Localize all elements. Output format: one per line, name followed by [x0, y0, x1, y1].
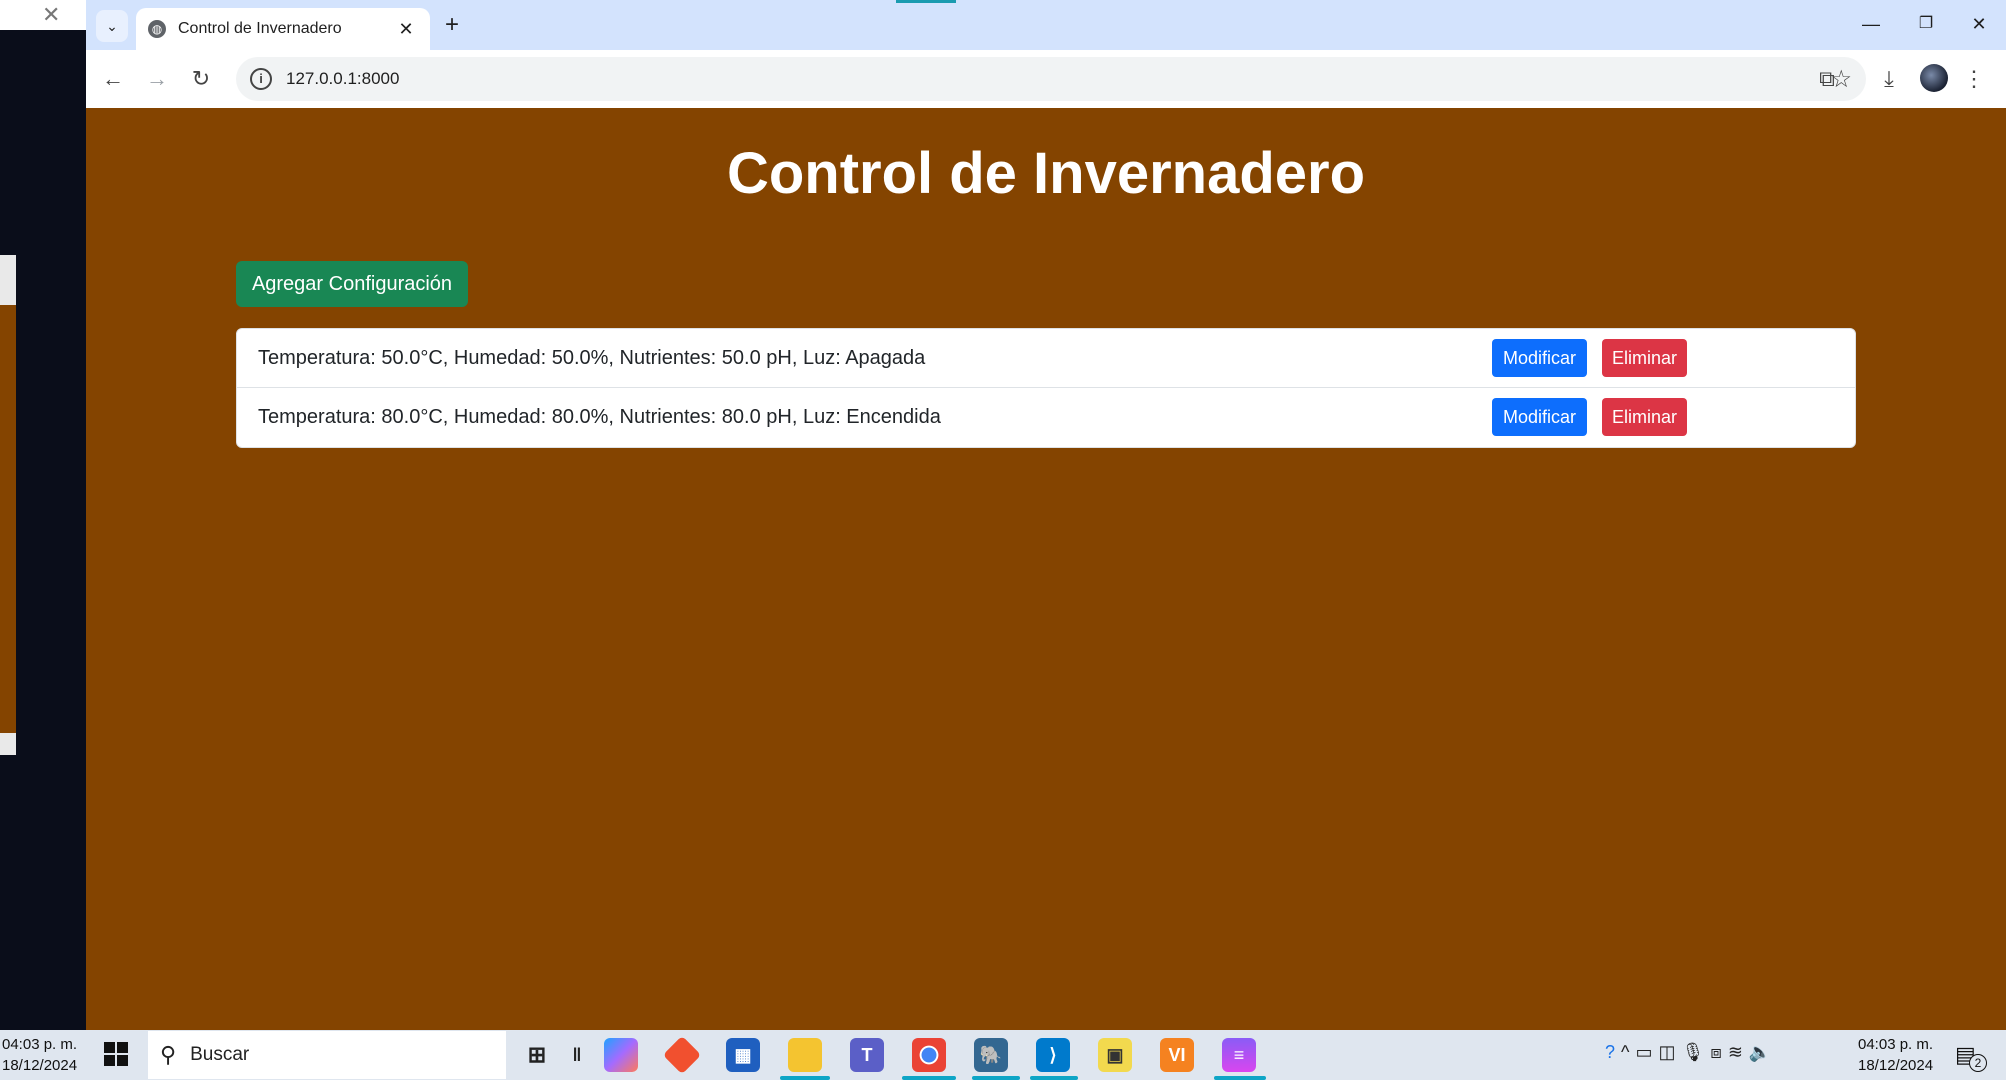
forward-button[interactable]: →	[142, 64, 172, 94]
clapper-icon[interactable]: ≡	[1222, 1038, 1256, 1072]
help-icon[interactable]: ?	[1605, 1042, 1621, 1062]
extensions-icon[interactable]: ⧉	[1812, 64, 1842, 94]
right-clock[interactable]: 04:03 p. m. 18/12/2024	[1858, 1034, 1933, 1076]
git-icon[interactable]	[662, 1035, 702, 1075]
back-button[interactable]: ←	[98, 64, 128, 94]
config-text: Temperatura: 80.0°C, Humedad: 80.0%, Nut…	[258, 406, 941, 428]
system-tray[interactable]: ?^▭◫🎙⧈≋🔈	[1605, 1042, 1777, 1063]
page-content: Control de Invernadero Agregar Configura…	[86, 108, 2006, 1030]
teams-icon[interactable]: T	[850, 1038, 884, 1072]
chrome-icon[interactable]	[912, 1038, 946, 1072]
browser-window: ⌄ ◍ Control de Invernadero ✕ + — ❐ ✕ ← →…	[86, 0, 2006, 1030]
restore-button[interactable]: ❐	[1906, 10, 1946, 38]
camera-icon[interactable]: ◫	[1658, 1042, 1681, 1062]
taskbar-search[interactable]: ⚲ Buscar	[148, 1031, 506, 1079]
modify-button[interactable]: Modificar	[1492, 398, 1587, 436]
window-close-button[interactable]: ✕	[1959, 10, 1999, 38]
modify-button[interactable]: Modificar	[1492, 339, 1587, 377]
left-date: 18/12/2024	[2, 1057, 78, 1074]
url-text[interactable]: 127.0.0.1:8000	[286, 69, 399, 89]
add-config-button[interactable]: Agregar Configuración	[236, 261, 468, 307]
microsoft-store-icon[interactable]: ▦	[726, 1038, 760, 1072]
background-window-handle[interactable]	[0, 255, 16, 305]
globe-icon: ◍	[148, 20, 166, 38]
config-text: Temperatura: 50.0°C, Humedad: 50.0%, Nut…	[258, 347, 926, 369]
left-clock: 04:03 p. m. 18/12/2024	[2, 1034, 77, 1076]
windows-start-icon[interactable]	[104, 1042, 128, 1066]
close-icon[interactable]: ✕	[42, 2, 60, 28]
right-date: 18/12/2024	[1858, 1057, 1934, 1074]
list-item: Temperatura: 50.0°C, Humedad: 50.0%, Nut…	[237, 329, 1855, 388]
background-window-titlebar: ✕	[0, 0, 86, 30]
microphone-icon[interactable]: 🎙	[1682, 1042, 1711, 1062]
left-time: 04:03 p. m.	[2, 1036, 78, 1053]
file-explorer-icon[interactable]	[788, 1038, 822, 1072]
right-time: 04:03 p. m.	[1858, 1036, 1934, 1053]
tab-strip: ⌄ ◍ Control de Invernadero ✕ + — ❐ ✕	[86, 0, 2006, 50]
task-view-icon[interactable]: ⊞	[520, 1038, 554, 1072]
wifi-icon[interactable]: ≋	[1728, 1042, 1749, 1062]
battery-icon[interactable]: ▭	[1635, 1042, 1658, 1062]
minimize-button[interactable]: —	[1851, 10, 1891, 38]
search-icon: ⚲	[160, 1042, 177, 1067]
config-list: Temperatura: 50.0°C, Humedad: 50.0%, Nut…	[236, 328, 1856, 448]
postgresql-icon[interactable]: 🐘	[974, 1038, 1008, 1072]
download-icon[interactable]: ⤓	[1874, 64, 1904, 94]
separator-icon: ‖	[572, 1044, 582, 1065]
background-window: ✕	[0, 0, 86, 1030]
close-tab-icon[interactable]: ✕	[394, 19, 418, 40]
tab-title: Control de Invernadero	[178, 20, 342, 37]
vi-icon[interactable]: VI	[1160, 1038, 1194, 1072]
background-window-panel	[0, 255, 16, 755]
address-bar[interactable]: i 127.0.0.1:8000 ☆	[236, 57, 1866, 101]
new-tab-button[interactable]: +	[438, 12, 466, 40]
search-label: Buscar	[190, 1044, 250, 1065]
browser-toolbar: ← → ↻ i 127.0.0.1:8000 ☆ ⧉ ⤓ ⋮	[86, 50, 2006, 108]
background-window-handle[interactable]	[0, 733, 16, 755]
taskbar: 04:03 p. m. 18/12/2024 ⚲ Buscar ⊞ ‖ ▦ T …	[0, 1030, 2006, 1080]
accent-line	[896, 0, 956, 3]
copilot-icon[interactable]	[604, 1038, 638, 1072]
page-title: Control de Invernadero	[726, 141, 1366, 206]
chevron-up-icon[interactable]: ^	[1621, 1042, 1635, 1062]
delete-button[interactable]: Eliminar	[1602, 398, 1687, 436]
chevron-down-icon: ⌄	[106, 17, 118, 34]
reload-button[interactable]: ↻	[186, 64, 216, 94]
image-viewer-icon[interactable]: ▣	[1098, 1038, 1132, 1072]
list-item: Temperatura: 80.0°C, Humedad: 80.0%, Nut…	[237, 388, 1855, 447]
volume-icon[interactable]: 🔈	[1749, 1042, 1777, 1062]
menu-dots-icon[interactable]: ⋮	[1959, 64, 1989, 94]
notification-count: 2	[1969, 1054, 1987, 1072]
profile-avatar[interactable]	[1920, 64, 1948, 92]
delete-button[interactable]: Eliminar	[1602, 339, 1687, 377]
site-info-icon[interactable]: i	[250, 68, 272, 90]
vscode-icon[interactable]: ⟩	[1036, 1038, 1070, 1072]
tab-search-button[interactable]: ⌄	[96, 10, 128, 42]
screen-icon[interactable]: ⧈	[1710, 1042, 1727, 1062]
browser-tab[interactable]: ◍ Control de Invernadero ✕	[136, 8, 430, 50]
